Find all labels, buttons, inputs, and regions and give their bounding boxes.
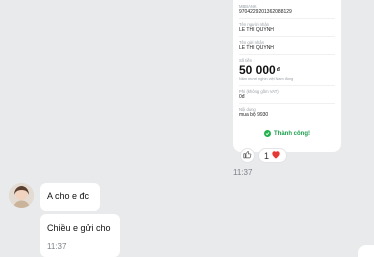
- heart-reaction-button[interactable]: 1: [258, 148, 288, 163]
- amount-in-words: Năm mươi nghìn việt Nam đồng: [239, 77, 294, 81]
- account-number: 9704229201362088129: [239, 9, 292, 15]
- content-value: mua bộ 9930: [239, 112, 269, 118]
- divider: [239, 36, 335, 37]
- like-button[interactable]: [240, 148, 255, 163]
- thumbs-up-icon: [243, 150, 252, 161]
- fee-value: 0đ: [239, 94, 245, 100]
- check-circle-icon: [264, 130, 271, 137]
- heart-icon: [271, 150, 281, 161]
- message-timestamp: 11:37: [233, 168, 253, 177]
- incoming-message-bubble[interactable]: A cho e đc: [40, 183, 100, 211]
- reaction-count: 1: [264, 150, 270, 161]
- status-text: Thành công!: [274, 130, 310, 137]
- status-badge: Thành công!: [233, 130, 341, 137]
- divider: [239, 18, 335, 19]
- sender-name: LE THI QUYNH: [239, 45, 274, 51]
- transfer-receipt-card[interactable]: MBBANK 9704229201362088129 Tên người nhậ…: [233, 0, 341, 152]
- message-timestamp: 11:37: [47, 242, 67, 251]
- reaction-bar: 1: [240, 148, 288, 163]
- divider: [239, 85, 335, 86]
- avatar[interactable]: [9, 183, 34, 208]
- divider: [239, 54, 335, 55]
- receiver-name: LE THI QUYNH: [239, 27, 274, 33]
- incoming-message-bubble[interactable]: Chiều e gửi cho 11:37: [40, 214, 120, 257]
- message-text: A cho e đc: [47, 191, 90, 201]
- scroll-down-button[interactable]: [358, 245, 374, 257]
- divider: [239, 103, 335, 104]
- message-text: Chiều e gửi cho: [47, 223, 111, 233]
- amount-value: 50 000đ: [239, 63, 280, 77]
